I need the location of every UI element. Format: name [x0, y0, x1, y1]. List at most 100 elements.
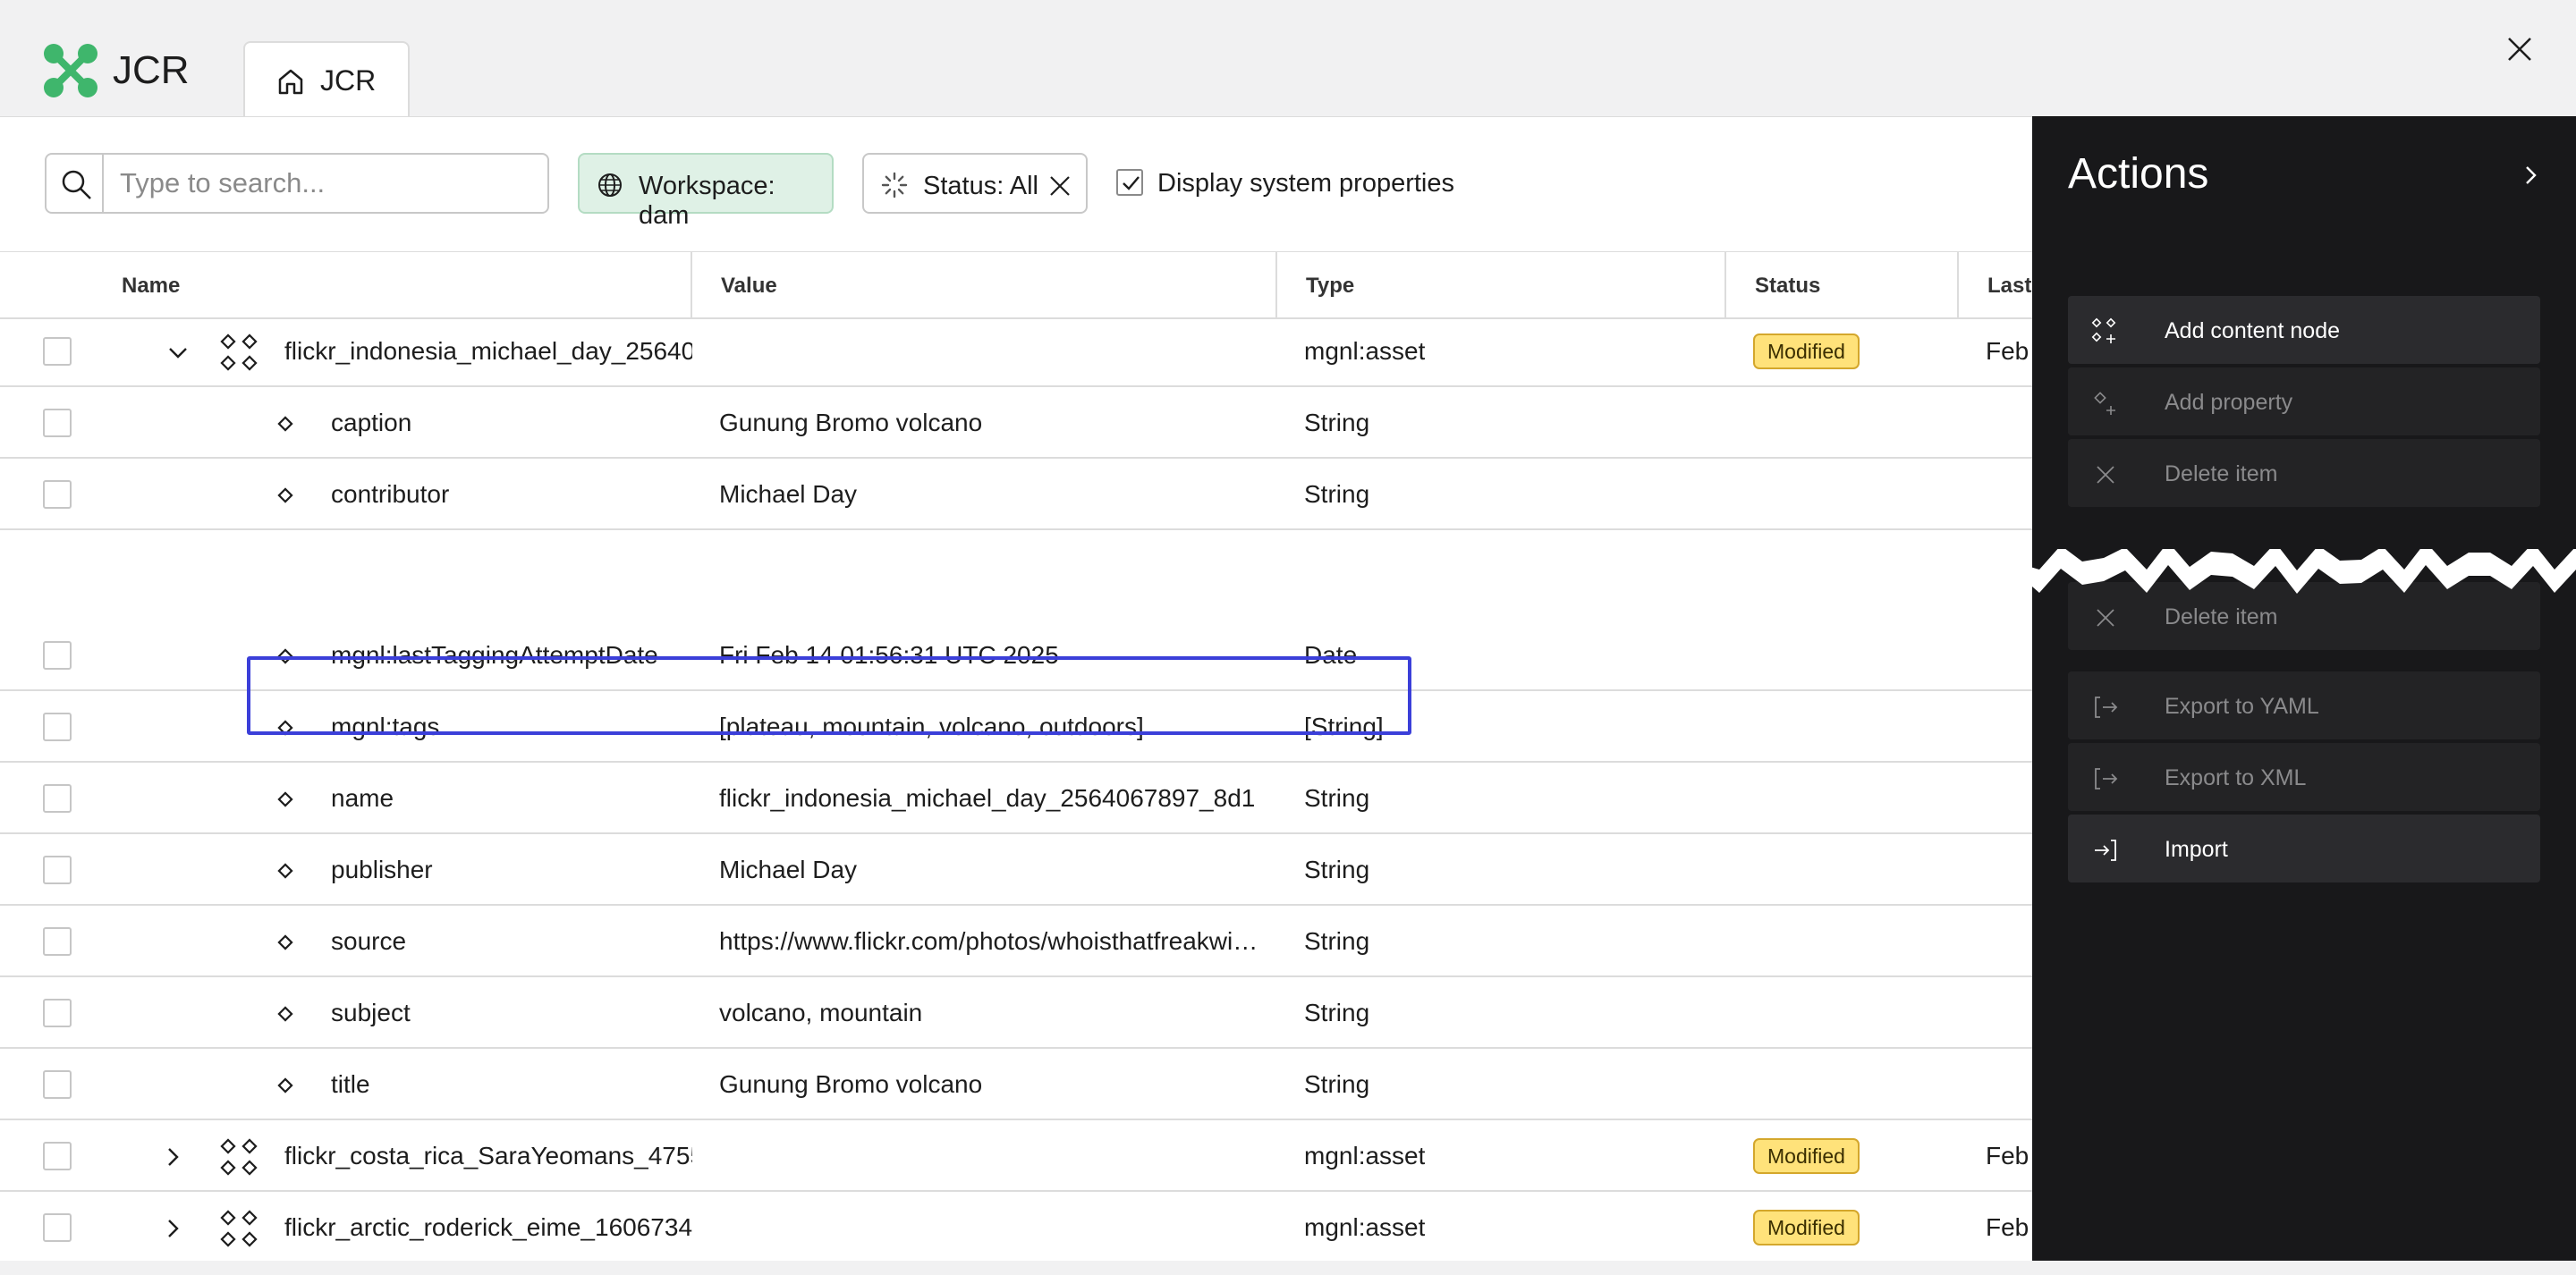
row-type: Date: [1304, 641, 1358, 669]
add-property-icon: [2094, 392, 2115, 415]
delete-icon: [2097, 466, 2114, 484]
search-icon-box: [47, 155, 104, 212]
row-checkbox[interactable]: [43, 856, 72, 884]
status-badge: Modified: [1753, 1210, 1860, 1245]
search-box[interactable]: [45, 153, 549, 214]
row-name: caption: [331, 409, 412, 436]
workspace-chip-label: Workspace: dam: [639, 172, 775, 230]
search-icon: [62, 170, 91, 199]
bottom-edge: [0, 1261, 2576, 1275]
row-checkbox[interactable]: [43, 999, 72, 1027]
row-name: mgnl:lastTaggingAttemptDate: [331, 641, 658, 669]
search-input[interactable]: [120, 165, 531, 201]
content-node-icon: [220, 1210, 258, 1247]
property-icon: [277, 1077, 293, 1093]
app-title: JCR: [113, 48, 190, 92]
table-row-property[interactable]: subject volcano, mountain String: [0, 977, 2032, 1049]
row-value: volcano, mountain: [719, 999, 923, 1026]
table-row-property[interactable]: publisher Michael Day String: [0, 834, 2032, 906]
tab-label: JCR: [320, 64, 377, 97]
row-name: publisher: [331, 856, 433, 883]
table-row-property[interactable]: source https://www.flickr.com/photos/whoi…: [0, 906, 2032, 977]
column-header-name[interactable]: Name: [93, 252, 180, 318]
row-checkbox[interactable]: [43, 337, 72, 366]
add-content-node-icon: [2091, 317, 2116, 343]
close-icon[interactable]: [2504, 34, 2535, 64]
column-header-last[interactable]: Last: [1957, 252, 2031, 318]
row-checkbox[interactable]: [43, 1142, 72, 1170]
row-type: String: [1304, 856, 1370, 883]
system-properties-checkbox[interactable]: [1116, 169, 1143, 196]
status-filter-chip[interactable]: Status: All: [862, 153, 1088, 214]
magnolia-logo-icon: [44, 44, 97, 97]
chevron-right-icon[interactable]: [2519, 164, 2542, 187]
row-type: String: [1304, 784, 1370, 812]
loading-spinner-icon: [881, 172, 908, 198]
action-import[interactable]: Import: [2068, 815, 2540, 882]
action-label: Delete item: [2165, 461, 2278, 486]
column-header-status[interactable]: Status: [1724, 252, 1820, 318]
content-node-icon: [220, 1138, 258, 1176]
chevron-right-icon[interactable]: [161, 1145, 184, 1169]
row-checkbox[interactable]: [43, 480, 72, 509]
row-checkbox[interactable]: [43, 784, 72, 813]
row-value: https://www.flickr.com/photos/whoisthatf…: [719, 927, 1256, 955]
row-value: Gunung Bromo volcano: [719, 409, 983, 436]
row-checkbox[interactable]: [43, 927, 72, 956]
table-row-property[interactable]: caption Gunung Bromo volcano String: [0, 387, 2032, 459]
table-row-property[interactable]: title Gunung Bromo volcano String: [0, 1049, 2032, 1120]
row-type: String: [1304, 927, 1370, 955]
action-bar: Actions Add content node Add property Dele…: [2032, 116, 2576, 1261]
table-row-property[interactable]: mgnl:tags [plateau, mountain, volcano, ou…: [0, 691, 2032, 763]
workspace-filter-chip[interactable]: Workspace: dam: [578, 153, 834, 230]
property-icon: [277, 487, 293, 503]
row-name: source: [331, 927, 407, 955]
action-bar-title: Actions: [2068, 150, 2209, 198]
chevron-down-icon[interactable]: [166, 341, 190, 364]
row-last-modified: Feb: [1986, 337, 2029, 365]
table-row-node[interactable]: flickr_arctic_roderick_eime_16067347… mgn…: [0, 1192, 2032, 1261]
column-header-type[interactable]: Type: [1275, 252, 1354, 318]
row-value: Michael Day: [719, 856, 858, 883]
column-header-value[interactable]: Value: [691, 252, 777, 318]
row-checkbox[interactable]: [43, 1213, 72, 1242]
row-checkbox[interactable]: [43, 1070, 72, 1099]
row-type: String: [1304, 480, 1370, 508]
app-header: JCR JCR: [0, 0, 2576, 118]
import-icon: [2095, 840, 2116, 861]
action-label: Add property: [2165, 390, 2293, 415]
row-name: mgnl:tags: [331, 713, 440, 740]
property-icon: [277, 720, 293, 736]
property-icon: [277, 648, 293, 664]
checkmark-icon: [1123, 176, 1140, 190]
table-row-node[interactable]: flickr_indonesia_michael_day_256406… mgnl…: [0, 316, 2032, 387]
status-badge: Modified: [1753, 334, 1860, 369]
clear-filter-icon[interactable]: [1048, 174, 1072, 198]
row-type: [String]: [1304, 713, 1384, 740]
row-checkbox[interactable]: [43, 641, 72, 670]
action-delete-item[interactable]: Delete item: [2068, 439, 2540, 507]
table-row-property[interactable]: name flickr_indonesia_michael_day_2564067…: [0, 763, 2032, 834]
chevron-right-icon[interactable]: [161, 1217, 184, 1240]
action-add-property[interactable]: Add property: [2068, 367, 2540, 435]
row-checkbox[interactable]: [43, 713, 72, 741]
status-badge: Modified: [1753, 1138, 1860, 1174]
action-export-to-xml[interactable]: Export to XML: [2068, 743, 2540, 811]
globe-icon: [598, 173, 622, 197]
row-checkbox[interactable]: [43, 409, 72, 437]
row-name: subject: [331, 999, 411, 1026]
action-add-content-node[interactable]: Add content node: [2068, 296, 2540, 364]
action-label: Export to YAML: [2165, 694, 2319, 719]
table-row-property[interactable]: mgnl:lastTaggingAttemptDate Fri Feb 14 01…: [0, 620, 2032, 691]
row-name: contributor: [331, 480, 450, 508]
table-row-node[interactable]: flickr_costa_rica_SaraYeomans_4755… mgnl:…: [0, 1120, 2032, 1192]
action-export-to-yaml[interactable]: Export to YAML: [2068, 671, 2540, 739]
status-chip-label: Status: All: [923, 172, 1038, 200]
tab-jcr[interactable]: JCR: [243, 41, 410, 118]
export-icon: [2095, 768, 2118, 789]
row-type: String: [1304, 999, 1370, 1026]
content-node-icon: [220, 334, 258, 371]
table-row-property[interactable]: contributor Michael Day String: [0, 459, 2032, 530]
property-icon: [277, 416, 293, 432]
action-label: Add content node: [2165, 318, 2340, 343]
